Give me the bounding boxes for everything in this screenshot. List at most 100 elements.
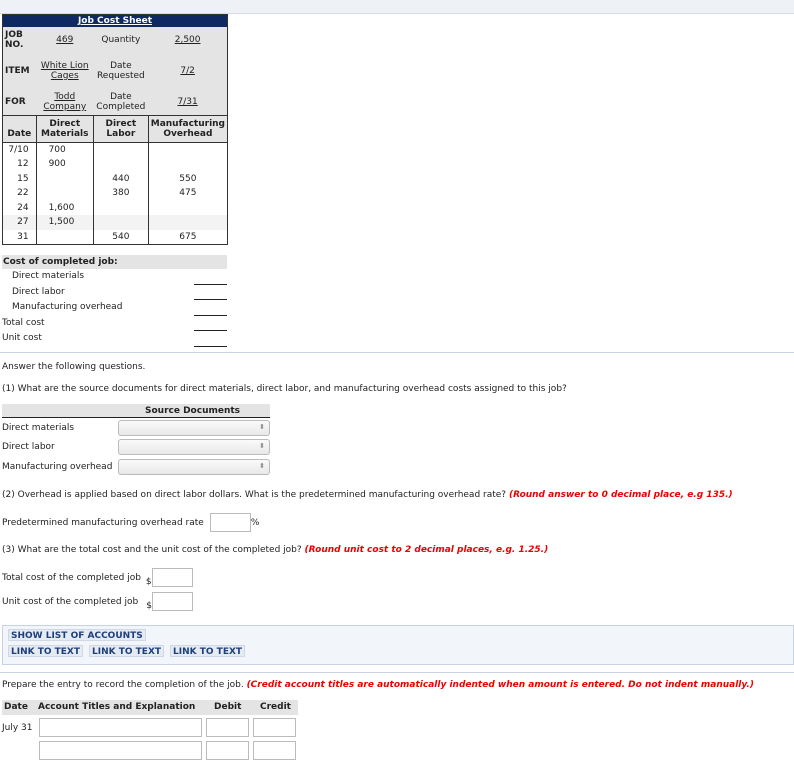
col-date: Date (2, 115, 37, 143)
cell-dm: 700 (36, 142, 94, 157)
quantity-label: Quantity (93, 26, 149, 54)
source-row-dl: Direct labor ⬍ (2, 438, 270, 458)
resource-links: SHOW LIST OF ACCOUNTS LINK TO TEXT LINK … (2, 625, 794, 665)
cell-dm (36, 171, 94, 186)
journal-date: July 31 (2, 723, 33, 733)
cell-date: 7/10 (2, 142, 37, 157)
unit-cost-input[interactable] (151, 592, 193, 611)
cost-row-overhead: Manufacturing overhead (2, 300, 227, 316)
journal-header: Date Account Titles and Explanation Debi… (2, 700, 298, 715)
for: Todd Company (36, 88, 94, 116)
label: Total cost (2, 317, 45, 328)
label: Direct materials (12, 271, 85, 281)
q3-text: (3) What are the total cost and the unit… (2, 545, 302, 555)
cell-dm: 1,600 (36, 200, 94, 215)
date-completed: 7/31 (148, 88, 228, 116)
credit-input-1[interactable] (253, 718, 296, 737)
job-cost-sheet-title: Job Cost Sheet (2, 14, 228, 27)
label: Direct materials (2, 422, 75, 433)
rate-label: Predetermined manufacturing overhead rat… (2, 517, 204, 528)
col-manufacturing-overhead: Manufacturing Overhead (148, 115, 229, 143)
account-input-2[interactable] (39, 741, 202, 760)
cell-dl: 440 (93, 171, 149, 186)
link-to-text-2[interactable]: LINK TO TEXT (89, 645, 165, 657)
label: Direct labor (12, 286, 65, 297)
updown-icon: ⬍ (259, 461, 265, 470)
journal-row-1: July 31 (2, 718, 298, 741)
rate-input[interactable] (209, 513, 251, 532)
cell-dl (93, 215, 149, 230)
item: White Lion Cages (36, 53, 94, 89)
cell-dl: 380 (93, 186, 149, 201)
job-cost-sheet: Job Cost Sheet JOB NO. 469 Quantity 2,500 I… (2, 14, 229, 245)
cost-row-direct-materials: Direct materials (2, 269, 227, 285)
account-input-1[interactable] (39, 718, 202, 737)
journal-entry-table: Date Account Titles and Explanation Debi… (2, 700, 298, 764)
cell-dm (36, 186, 94, 201)
job-no-label: JOB NO. (2, 26, 37, 54)
debit-input-1[interactable] (206, 718, 249, 737)
item-label: ITEM (2, 53, 37, 89)
date-requested: 7/2 (148, 53, 228, 89)
label: Unit cost (2, 333, 42, 343)
source-select-overhead[interactable]: ⬍ (118, 458, 270, 475)
q3-note: (Round unit cost to 2 decimal places, e.… (304, 545, 549, 555)
show-list-of-accounts-button[interactable]: SHOW LIST OF ACCOUNTS (8, 629, 146, 641)
cell-date: 27 (2, 215, 37, 230)
cell-dl (93, 142, 149, 157)
q2-note: (Round answer to 0 decimal place, e.g 13… (508, 490, 733, 500)
job-no: 469 (36, 26, 94, 54)
journal-row-2 (2, 741, 298, 764)
total-label: Total cost of the completed job (2, 572, 141, 583)
divider (0, 352, 794, 353)
quantity: 2,500 (148, 26, 228, 54)
link-to-text-1[interactable]: LINK TO TEXT (8, 645, 84, 657)
cost-row-direct-labor: Direct labor (2, 285, 227, 300)
unit-cost-row: Unit cost of the completed job $ (2, 592, 193, 611)
source-documents-header: Source Documents (2, 404, 270, 418)
label: Direct labor (2, 442, 55, 453)
source-select-direct-labor[interactable]: ⬍ (118, 439, 270, 456)
question-3: (3) What are the total cost and the unit… (2, 545, 548, 555)
credit-input-2[interactable] (253, 741, 296, 760)
cell-dm: 900 (36, 157, 94, 172)
cell-mo (148, 142, 229, 157)
top-band (0, 0, 794, 14)
source-row-dm: Direct materials ⬍ (2, 418, 270, 438)
question-1: (1) What are the source documents for di… (2, 384, 567, 394)
cost-row-unit: Unit cost (2, 331, 227, 347)
rate-row: Predetermined manufacturing overhead rat… (2, 513, 259, 532)
cell-mo (148, 157, 229, 172)
cell-date: 12 (2, 157, 37, 172)
source-select-direct-materials[interactable]: ⬍ (118, 419, 270, 436)
source-documents-table: Source Documents Direct materials ⬍ Direc… (2, 404, 270, 477)
total-cost-row: Total cost of the completed job $ (2, 568, 193, 587)
table-row: 7/10 700 (2, 142, 229, 157)
cell-date: 22 (2, 186, 37, 201)
total-cost-input[interactable] (151, 568, 193, 587)
col-credit: Credit (260, 702, 291, 712)
cell-mo (148, 200, 229, 215)
date-requested-label: Date Requested (93, 53, 149, 89)
updown-icon: ⬍ (259, 422, 265, 431)
link-to-text-3[interactable]: LINK TO TEXT (170, 645, 246, 657)
journal-note: (Credit account titles are automatically… (246, 680, 754, 690)
cell-date: 31 (2, 229, 37, 244)
col-debit: Debit (214, 702, 242, 712)
divider (0, 672, 794, 673)
unit-label: Unit cost of the completed job (2, 596, 139, 607)
table-row: 15 440 550 (2, 171, 229, 186)
cell-mo: 475 (148, 186, 229, 201)
date-completed-label: Date Completed (93, 88, 149, 116)
cell-date: 24 (2, 200, 37, 215)
cell-dm (36, 229, 94, 244)
cell-mo: 550 (148, 171, 229, 186)
source-row-mo: Manufacturing overhead ⬍ (2, 457, 270, 477)
q2-text: (2) Overhead is applied based on direct … (2, 490, 507, 500)
cost-row-total: Total cost (2, 316, 227, 331)
col-account: Account Titles and Explanation (38, 702, 196, 712)
cell-mo (148, 215, 229, 230)
col-direct-labor: Direct Labor (93, 115, 149, 143)
label: Manufacturing overhead (2, 461, 113, 472)
debit-input-2[interactable] (206, 741, 249, 760)
